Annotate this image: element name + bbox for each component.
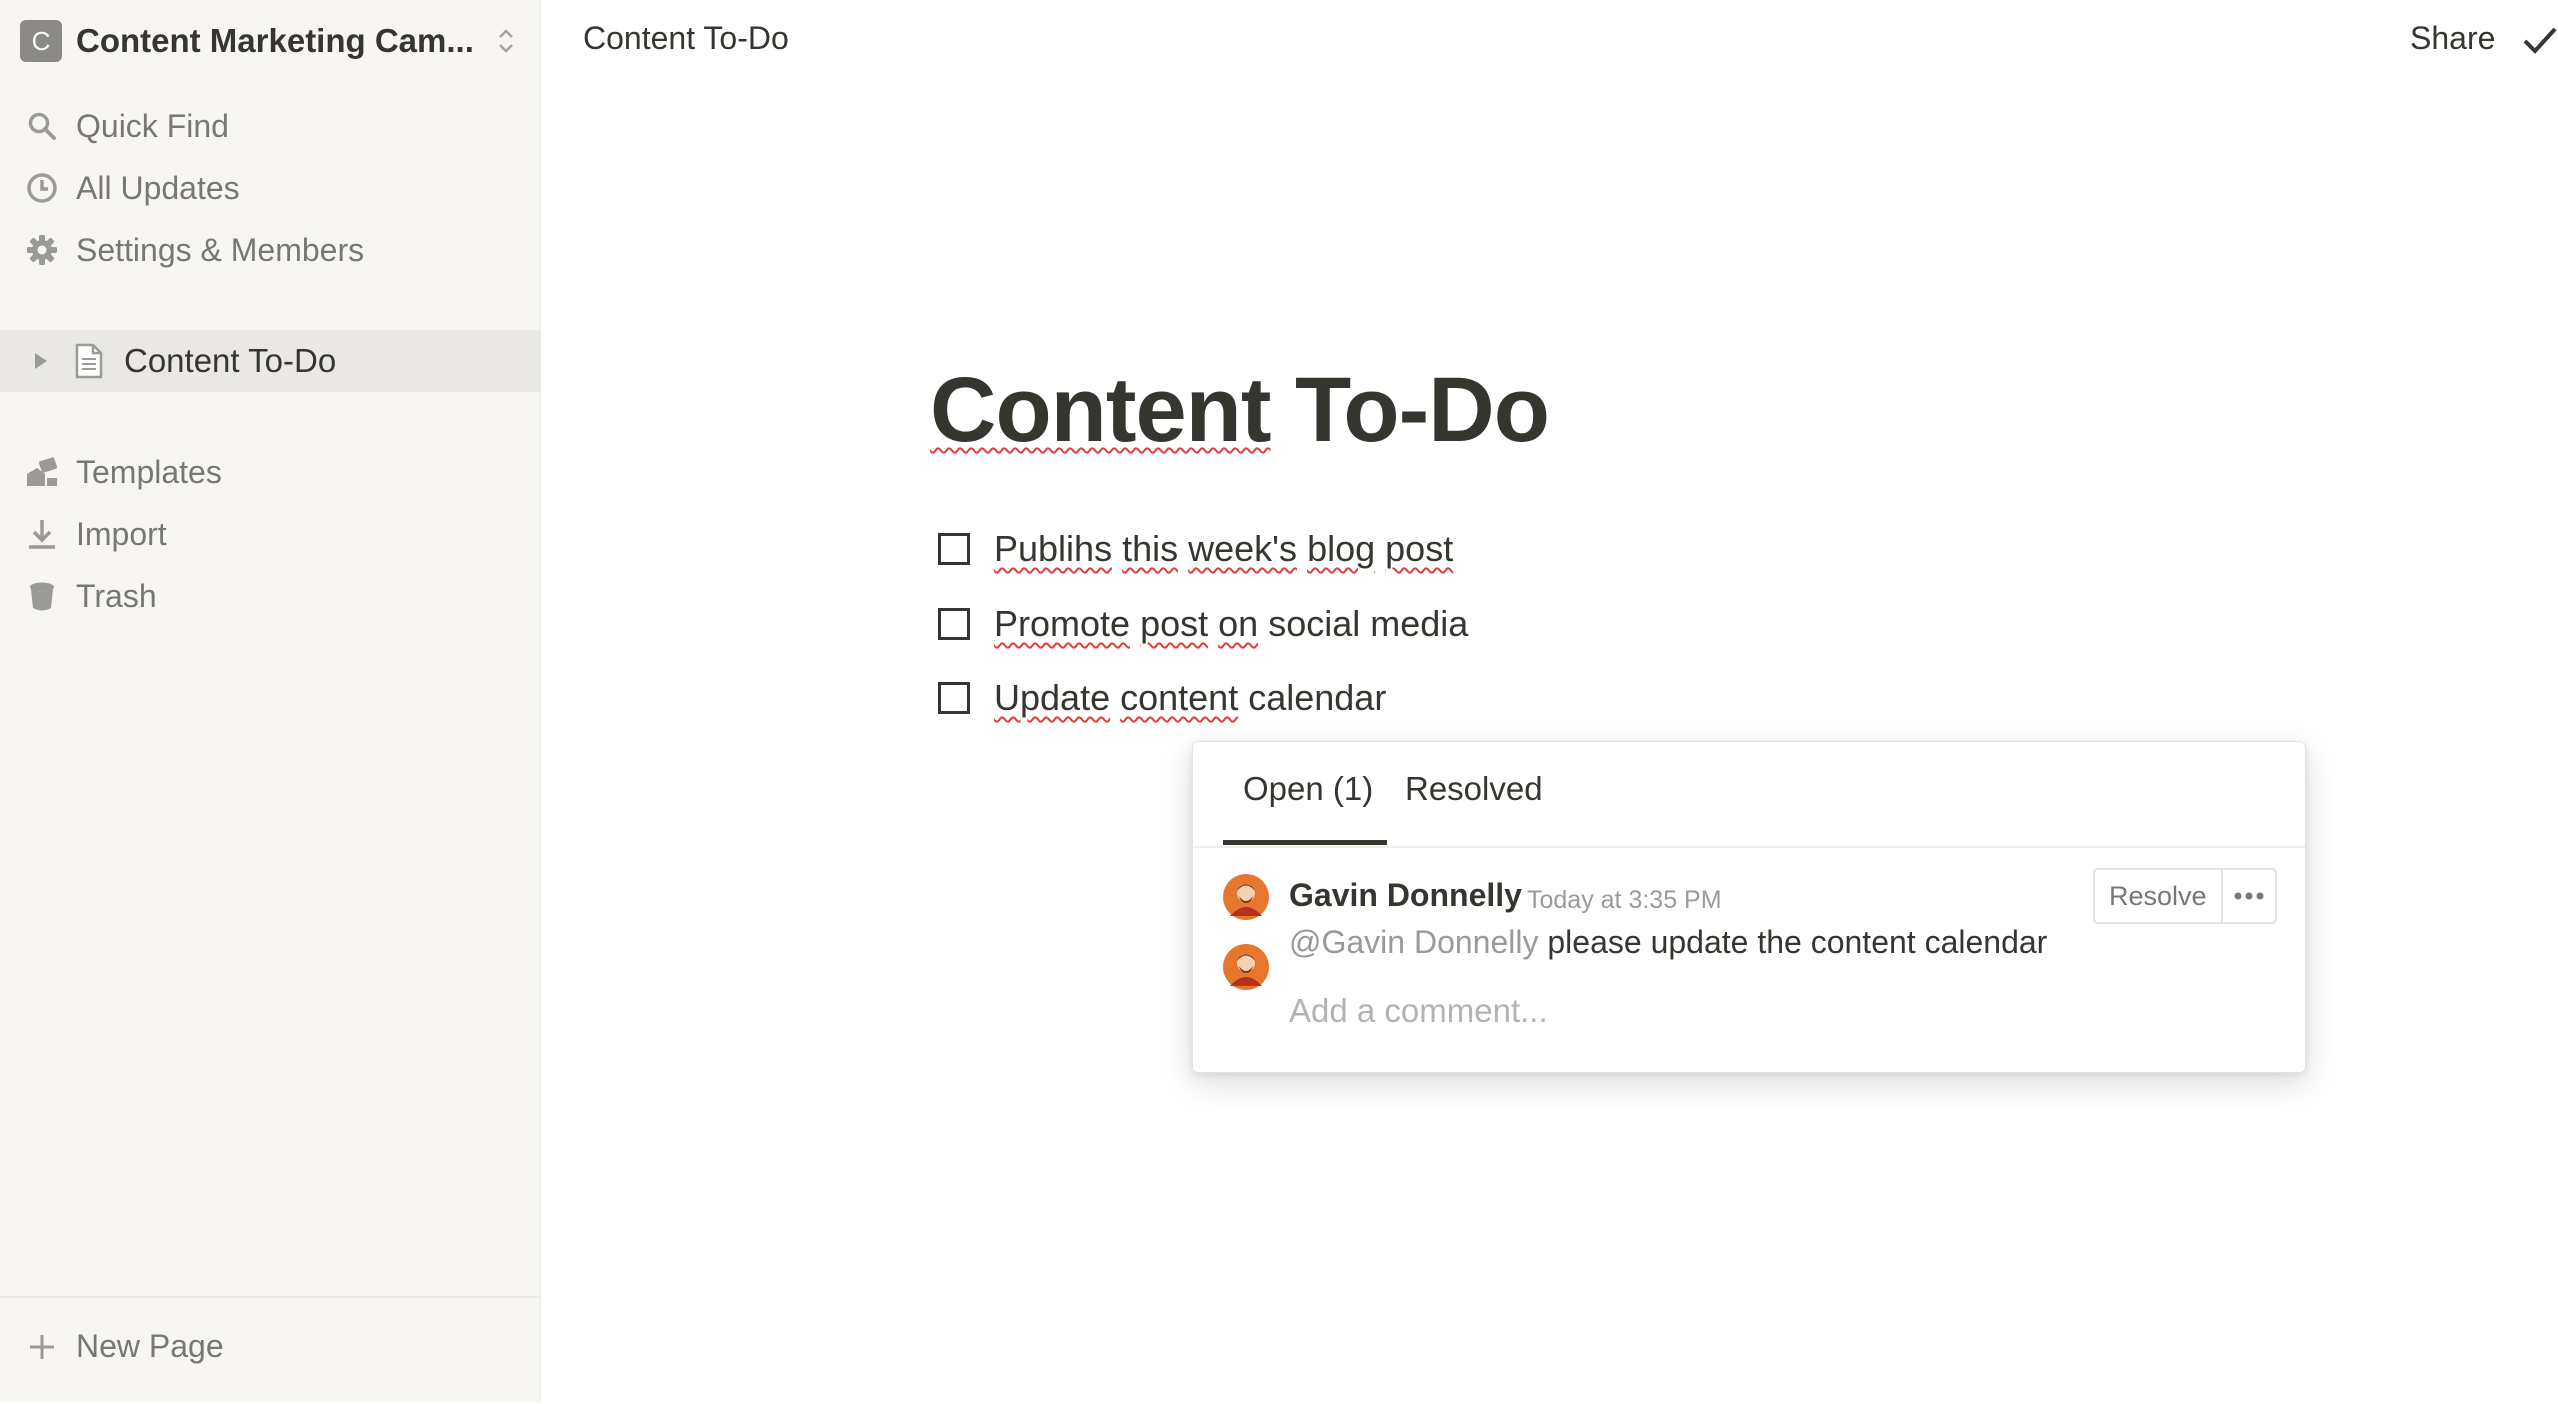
comment-text: please update the content calendar: [1547, 924, 2048, 960]
comment-body: @Gavin Donnelly please update the conten…: [1289, 924, 2047, 961]
workspace-avatar: C: [20, 20, 62, 62]
tab-open[interactable]: Open (1): [1243, 770, 1373, 808]
comments-popover: Open (1) Resolved Gavin Donnelly Today a…: [1192, 741, 2306, 1073]
more-dots-icon: [2234, 892, 2264, 900]
new-page-label: New Page: [76, 1328, 224, 1364]
todo-item[interactable]: Update content calendar: [938, 670, 1386, 726]
sidebar: C Content Marketing Cam... Quick Find Al…: [0, 0, 541, 1402]
todo-item[interactable]: Promote post on social media: [938, 596, 1468, 652]
todo-word: week's: [1188, 528, 1298, 569]
sidebar-page-content-todo[interactable]: Content To-Do: [0, 330, 540, 392]
todo-word: Publihs: [994, 528, 1113, 569]
caret-right-icon[interactable]: [30, 350, 52, 372]
workspace-name: Content Marketing Cam...: [76, 22, 474, 59]
quick-find-item[interactable]: Quick Find: [24, 102, 524, 150]
share-button[interactable]: Share: [2410, 20, 2495, 57]
trash-icon: [24, 578, 60, 614]
todo-text[interactable]: Promote post on social media: [994, 603, 1468, 645]
settings-members-item[interactable]: Settings & Members: [24, 226, 524, 274]
comment-tabs: Open (1) Resolved: [1193, 742, 2305, 848]
templates-item[interactable]: Templates: [24, 448, 524, 496]
comment-actions: Resolve: [2093, 868, 2277, 924]
document-icon: [72, 342, 106, 380]
tab-resolved[interactable]: Resolved: [1405, 770, 1543, 808]
page-title[interactable]: Content To-Do: [930, 358, 1550, 463]
todo-word: post: [1385, 528, 1454, 569]
all-updates-item[interactable]: All Updates: [24, 164, 524, 212]
title-word-misspelled: Content: [930, 359, 1271, 461]
todo-word: calendar: [1248, 677, 1387, 718]
todo-word: social: [1268, 603, 1361, 644]
gear-icon: [24, 232, 60, 268]
templates-label: Templates: [76, 453, 222, 490]
todo-word: content: [1120, 677, 1239, 718]
clock-icon: [24, 170, 60, 206]
more-options-button[interactable]: [2220, 870, 2275, 922]
todo-text[interactable]: Update content calendar: [994, 677, 1386, 719]
todo-word: this: [1122, 528, 1179, 569]
todo-checkbox[interactable]: [938, 608, 970, 640]
import-label: Import: [76, 515, 167, 552]
todo-word: Promote: [994, 603, 1131, 644]
avatar: [1223, 944, 1269, 990]
todo-checkbox[interactable]: [938, 682, 970, 714]
avatar: [1223, 874, 1269, 920]
trash-label: Trash: [76, 577, 157, 614]
active-tab-indicator: [1223, 840, 1387, 845]
comment-author: Gavin Donnelly: [1289, 877, 1522, 913]
todo-word: Update: [994, 677, 1111, 718]
quick-find-label: Quick Find: [76, 107, 229, 144]
all-updates-label: All Updates: [76, 169, 240, 206]
title-rest: To-Do: [1270, 359, 1550, 461]
plus-icon: [24, 1329, 60, 1365]
todo-item[interactable]: Publihs this week's blog post: [938, 521, 1453, 577]
todo-word: post: [1140, 603, 1209, 644]
mention[interactable]: @Gavin Donnelly: [1289, 924, 1538, 960]
comment-timestamp: Today at 3:35 PM: [1527, 886, 1722, 914]
todo-word: blog: [1307, 528, 1376, 569]
sidebar-page-label: Content To-Do: [124, 342, 337, 379]
workspace-switcher[interactable]: C Content Marketing Cam...: [20, 18, 520, 64]
todo-word: media: [1370, 603, 1469, 644]
chevron-up-down-icon: [499, 29, 513, 53]
todo-text[interactable]: Publihs this week's blog post: [994, 528, 1453, 570]
add-comment-input[interactable]: Add a comment...: [1289, 992, 1548, 1030]
search-icon: [24, 108, 60, 144]
settings-members-label: Settings & Members: [76, 231, 365, 268]
checkmark-icon[interactable]: [2522, 22, 2558, 58]
todo-checkbox[interactable]: [938, 533, 970, 565]
new-page-button[interactable]: New Page: [24, 1328, 224, 1365]
sidebar-footer: New Page: [0, 1296, 540, 1404]
import-item[interactable]: Import: [24, 510, 524, 558]
todo-word: on: [1218, 603, 1259, 644]
import-icon: [24, 516, 60, 552]
trash-item[interactable]: Trash: [24, 572, 524, 620]
resolve-button[interactable]: Resolve: [2095, 870, 2221, 922]
templates-icon: [24, 454, 60, 490]
breadcrumb[interactable]: Content To-Do: [583, 20, 789, 57]
